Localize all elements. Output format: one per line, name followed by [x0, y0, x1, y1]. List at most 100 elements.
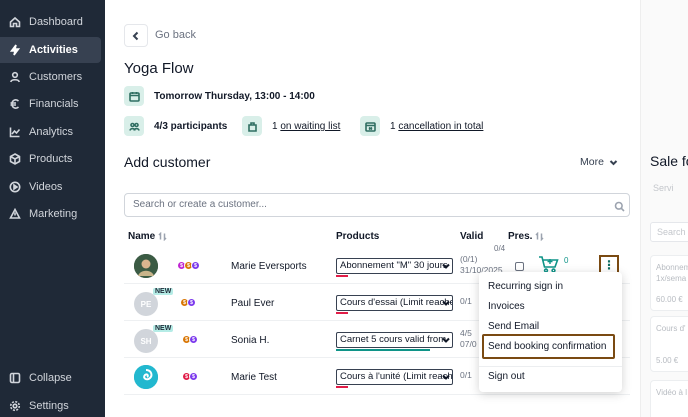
- page-title: Yoga Flow: [124, 60, 194, 77]
- chart-icon: [9, 126, 21, 138]
- sidebar-settings[interactable]: Settings: [0, 393, 101, 417]
- header-valid-label: Valid: [460, 231, 484, 242]
- participants-count: 4/3 participants: [154, 121, 227, 132]
- product-card[interactable]: Cours d' 5.00 €: [650, 316, 688, 372]
- avatar[interactable]: [134, 365, 158, 389]
- tab-services[interactable]: Servi: [653, 183, 674, 193]
- product-value: Cours à l'unité (Limit reached): [340, 371, 453, 382]
- column-header-pres[interactable]: Pres.: [508, 231, 544, 242]
- sidebar-item-label: Dashboard: [29, 16, 83, 28]
- header-products-label: Products: [336, 231, 380, 242]
- waiting-list-icon: [242, 116, 262, 136]
- sidebar: Dashboard Activities Customers Financial…: [0, 0, 105, 417]
- sidebar-item-activities[interactable]: Activities: [0, 37, 101, 63]
- sidebar-item-label: Videos: [29, 181, 63, 193]
- more-label: More: [580, 156, 604, 168]
- menu-item-sign-out[interactable]: Sign out: [488, 371, 525, 382]
- sidebar-item-label: Analytics: [29, 126, 74, 138]
- sidebar-item-dashboard[interactable]: Dashboard: [0, 9, 101, 35]
- avatar[interactable]: SH: [134, 329, 158, 353]
- valid-count: 0/1: [460, 296, 472, 306]
- valid-date: 07/0: [460, 339, 477, 349]
- participants-icon: [124, 116, 144, 136]
- more-dropdown[interactable]: More: [580, 156, 618, 168]
- sidebar-item-financials[interactable]: Financials: [0, 91, 101, 117]
- membership-chips: $ $ $: [177, 261, 200, 270]
- product-select[interactable]: Abonnement "M" 30 jours: [336, 258, 453, 274]
- valid-count: 4/5: [460, 328, 472, 338]
- sidebar-collapse[interactable]: Collapse: [0, 365, 101, 391]
- customer-name[interactable]: Marie Test: [231, 372, 277, 383]
- new-badge: NEW: [153, 325, 174, 332]
- customer-name[interactable]: Sonia H.: [231, 335, 269, 346]
- presence-checkbox[interactable]: [515, 262, 524, 271]
- product-select[interactable]: Cours d'essai (Limit reached): [336, 295, 453, 311]
- kebab-menu-icon: ⋮: [603, 258, 615, 272]
- product-select[interactable]: Carnet 5 cours valid from: [336, 332, 453, 348]
- avatar[interactable]: [134, 254, 158, 278]
- waiting-count: 1: [272, 121, 278, 132]
- participants-text: 4/3 participants: [154, 121, 228, 132]
- activity-datetime: Tomorrow Thursday, 13:00 - 14:00: [154, 91, 315, 102]
- product-card[interactable]: Vidéo à l: [650, 380, 688, 417]
- cancellation-link[interactable]: cancellation in total: [398, 121, 483, 132]
- sidebar-item-videos[interactable]: Videos: [0, 174, 101, 200]
- box-icon: [9, 153, 21, 165]
- play-icon: [9, 181, 21, 193]
- sidebar-item-marketing[interactable]: Marketing: [0, 201, 101, 227]
- valid-info: 0/1: [460, 370, 472, 381]
- chevron-down-icon: [442, 262, 450, 270]
- customer-name[interactable]: Paul Ever: [231, 298, 274, 309]
- valid-count: 0/1: [460, 370, 472, 380]
- sidebar-item-products[interactable]: Products: [0, 146, 101, 172]
- customer-search-input[interactable]: Search or create a customer...: [124, 193, 630, 217]
- valid-info: 4/5 07/0: [460, 328, 477, 350]
- valid-count: (0/1): [460, 254, 478, 264]
- product-usage-bar: [336, 275, 348, 277]
- sidebar-item-customers[interactable]: Customers: [0, 64, 101, 90]
- avatar-initials: PE: [140, 299, 152, 309]
- column-header-name[interactable]: Name: [128, 231, 167, 242]
- menu-item-invoices[interactable]: Invoices: [488, 301, 525, 312]
- chevron-down-icon: [442, 373, 450, 381]
- megaphone-icon: [9, 208, 21, 220]
- back-button[interactable]: [124, 24, 148, 47]
- sort-icon: [535, 232, 544, 241]
- product-value: Abonnement "M" 30 jours: [340, 260, 448, 271]
- avatar[interactable]: PE: [134, 292, 158, 316]
- product-value: Cours d'essai (Limit reached): [340, 297, 453, 308]
- row-context-menu: Recurring sign in Invoices Send Email Se…: [479, 272, 622, 392]
- product-search-input[interactable]: Search: [650, 222, 688, 242]
- go-back-link[interactable]: Go back: [155, 29, 196, 41]
- membership-chips: $ $: [182, 335, 198, 344]
- chip-icon: $: [189, 372, 198, 381]
- new-badge: NEW: [153, 288, 174, 295]
- cancellation-info: 1 cancellation in total: [390, 121, 483, 132]
- sidebar-item-analytics[interactable]: Analytics: [0, 119, 101, 145]
- sort-icon: [158, 232, 167, 241]
- menu-item-send-email[interactable]: Send Email: [488, 321, 539, 332]
- menu-item-recurring-sign-in[interactable]: Recurring sign in: [488, 281, 563, 292]
- product-card-subtitle: 1x/sema: [656, 274, 687, 283]
- header-name-label: Name: [128, 231, 156, 242]
- cart-icon[interactable]: [538, 255, 560, 273]
- product-card-price: 5.00 €: [656, 356, 679, 365]
- product-select[interactable]: Cours à l'unité (Limit reached): [336, 369, 453, 385]
- sale-panel: Sale fo Servi Search Abonnem 1x/sema 60.…: [640, 0, 688, 417]
- product-card[interactable]: Abonnem 1x/sema 60.00 €: [650, 255, 688, 311]
- header-pres-label: Pres.: [508, 231, 533, 242]
- sidebar-item-label: Customers: [29, 71, 83, 83]
- person-photo-icon: [134, 254, 158, 278]
- customer-name[interactable]: Marie Eversports: [231, 261, 307, 272]
- avatar-initials: SH: [140, 336, 152, 346]
- cancellation-icon: [360, 116, 380, 136]
- chevron-left-icon: [132, 31, 139, 40]
- waiting-list-link[interactable]: on waiting list: [280, 121, 340, 132]
- calendar-icon: [124, 86, 144, 106]
- bolt-icon: [9, 44, 21, 56]
- membership-chips: $ $: [180, 298, 196, 307]
- sidebar-item-label: Settings: [29, 400, 69, 412]
- euro-icon: [9, 98, 21, 110]
- sidebar-item-label: Products: [29, 153, 73, 165]
- menu-item-send-booking-confirmation[interactable]: Send booking confirmation: [488, 341, 606, 352]
